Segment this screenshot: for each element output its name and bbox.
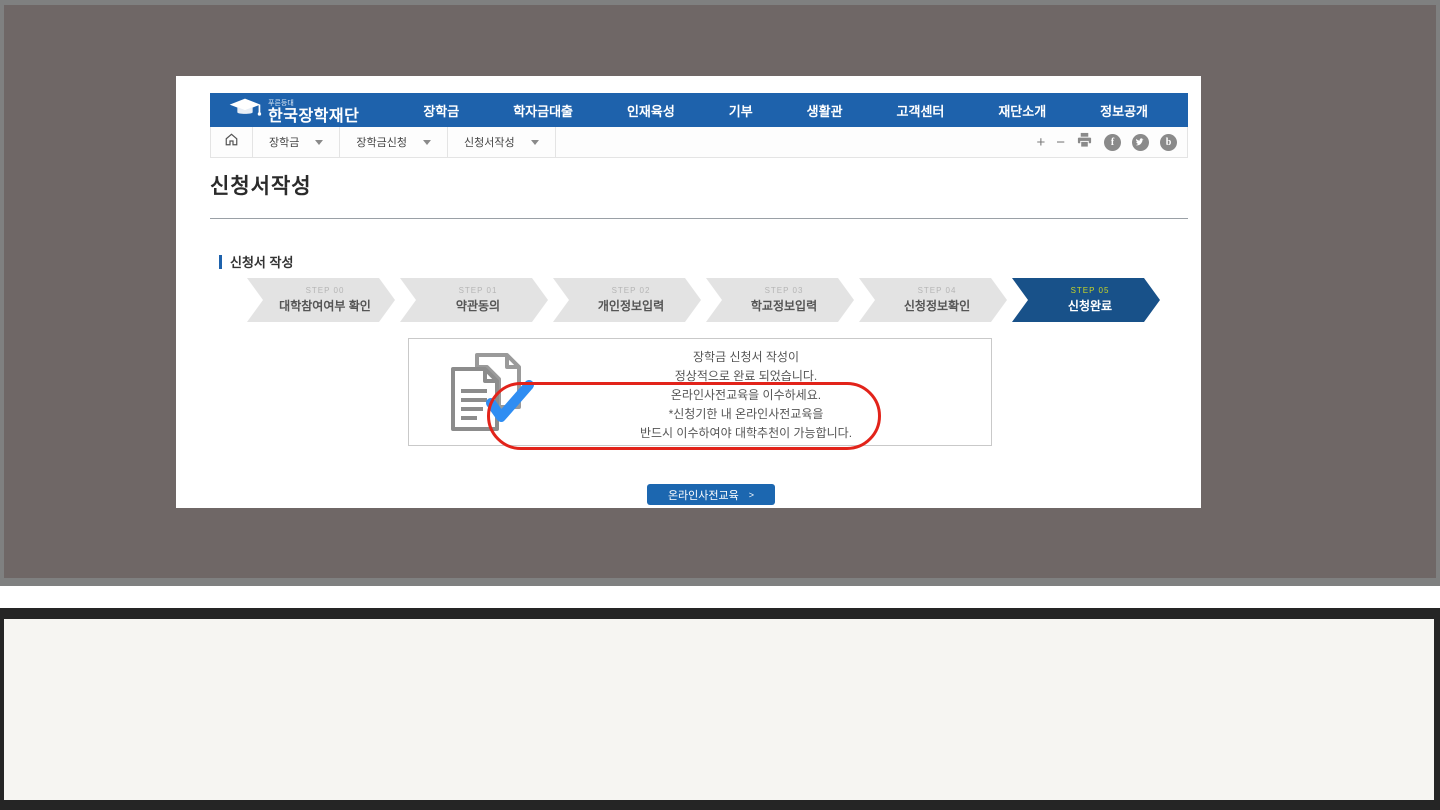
main-nav: 장학금 학자금대출 인재육성 기부 생활관 고객센터 재단소개 정보공개 xyxy=(423,101,1148,120)
nav-item-dormitory[interactable]: 생활관 xyxy=(807,101,843,120)
chevron-down-icon xyxy=(531,140,539,145)
step-university-participation: STEP 00 대학참여여부 확인 xyxy=(247,278,395,322)
font-smaller-button[interactable]: − xyxy=(1056,135,1065,150)
message-line: 정상적으로 완료 되었습니다. xyxy=(559,367,933,386)
facebook-icon[interactable]: f xyxy=(1104,134,1121,151)
home-button[interactable] xyxy=(211,127,253,157)
online-pre-education-button[interactable]: 온라인사전교육 > xyxy=(647,484,775,505)
font-larger-button[interactable]: + xyxy=(1036,135,1045,150)
nav-item-student-loan[interactable]: 학자금대출 xyxy=(513,101,573,120)
twitter-icon[interactable] xyxy=(1132,134,1149,151)
chevron-right-icon: > xyxy=(749,490,754,500)
brand-name: 한국장학재단 xyxy=(268,109,359,125)
step-wizard: STEP 00 대학참여여부 확인 STEP 01 약관동의 STEP 02 개… xyxy=(247,278,1160,322)
message-line: *신청기한 내 온라인사전교육을 xyxy=(559,405,933,424)
message-line: 반드시 이수하여야 대학추천이 가능합니다. xyxy=(559,424,933,443)
printer-icon[interactable] xyxy=(1076,132,1093,153)
step-terms-agreement: STEP 01 약관동의 xyxy=(400,278,548,322)
nav-item-disclosure[interactable]: 정보공개 xyxy=(1100,101,1148,120)
document-check-icon xyxy=(439,351,539,440)
step-application-complete: STEP 05 신청완료 xyxy=(1012,278,1160,322)
section-title: 신청서 작성 xyxy=(230,252,293,271)
nav-item-donation[interactable]: 기부 xyxy=(729,101,753,120)
nav-item-scholarship[interactable]: 장학금 xyxy=(423,101,459,120)
graduation-cap-icon xyxy=(228,96,262,125)
nav-item-talent[interactable]: 인재육성 xyxy=(627,101,675,120)
section-accent-bar xyxy=(219,255,222,269)
message-line: 온라인사전교육을 이수하세요. xyxy=(559,386,933,405)
site-logo[interactable]: 푸른등대 한국장학재단 xyxy=(228,96,359,125)
breadcrumb-item-scholarship[interactable]: 장학금 xyxy=(253,127,340,157)
section-header: 신청서 작성 xyxy=(219,252,293,271)
presentation-page: 푸른등대 한국장학재단 장학금 학자금대출 인재육성 기부 생활관 고객센터 재… xyxy=(0,0,1440,810)
nav-item-customer-center[interactable]: 고객센터 xyxy=(897,101,945,120)
chevron-down-icon xyxy=(315,140,323,145)
chevron-down-icon xyxy=(423,140,431,145)
breadcrumb: 장학금 장학금신청 신청서작성 + − xyxy=(210,127,1188,158)
site-navbar: 푸른등대 한국장학재단 장학금 학자금대출 인재육성 기부 생활관 고객센터 재… xyxy=(210,93,1188,127)
breadcrumb-item-application-form[interactable]: 신청서작성 xyxy=(448,127,556,157)
bottom-panel-frame xyxy=(0,608,1440,810)
brand-tagline: 푸른등대 xyxy=(268,100,359,107)
title-divider xyxy=(210,218,1188,219)
completion-message: 장학금 신청서 작성이 정상적으로 완료 되었습니다. 온라인사전교육을 이수하… xyxy=(559,348,933,443)
page-tools: + − f b xyxy=(1036,132,1187,153)
step-school-info: STEP 03 학교정보입력 xyxy=(706,278,854,322)
message-line: 장학금 신청서 작성이 xyxy=(559,348,933,367)
step-personal-info: STEP 02 개인정보입력 xyxy=(553,278,701,322)
bottom-panel-card xyxy=(4,619,1434,800)
step-application-review: STEP 04 신청정보확인 xyxy=(859,278,1007,322)
completion-message-box: 장학금 신청서 작성이 정상적으로 완료 되었습니다. 온라인사전교육을 이수하… xyxy=(408,338,992,446)
breadcrumb-item-apply[interactable]: 장학금신청 xyxy=(340,127,448,157)
page-title: 신청서작성 xyxy=(210,170,312,200)
home-icon xyxy=(224,132,239,152)
blog-icon[interactable]: b xyxy=(1160,134,1177,151)
website-screenshot: 푸른등대 한국장학재단 장학금 학자금대출 인재육성 기부 생활관 고객센터 재… xyxy=(176,76,1201,508)
nav-item-about[interactable]: 재단소개 xyxy=(998,101,1046,120)
